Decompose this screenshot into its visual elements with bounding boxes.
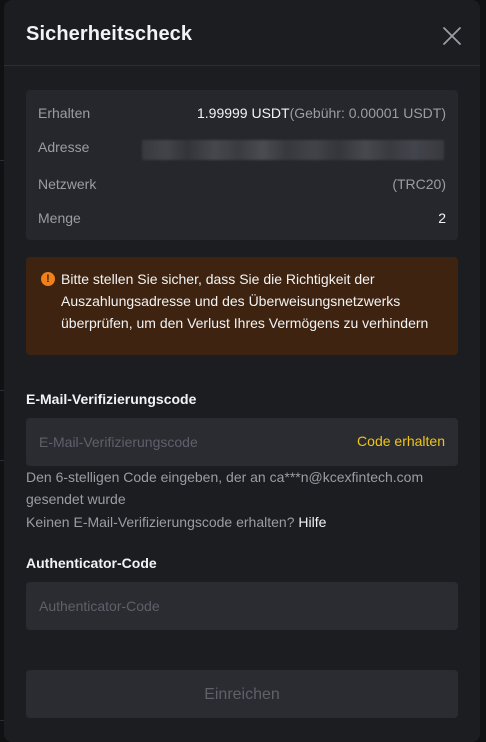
security-check-dialog: Sicherheitscheck Erhalten 1.99999 USDT(G… [4, 0, 480, 742]
email-code-label: E-Mail-Verifizierungscode [26, 391, 197, 407]
address-label: Adresse [38, 139, 90, 155]
email-code-field-wrapper: Code erhalten [26, 418, 458, 466]
receive-label: Erhalten [38, 105, 91, 121]
close-icon[interactable] [440, 24, 464, 48]
quantity-label: Menge [38, 210, 81, 226]
authenticator-label: Authenticator-Code [26, 555, 157, 571]
authenticator-input[interactable] [26, 582, 326, 630]
warning-icon: ! [41, 272, 55, 286]
withdrawal-summary: Erhalten 1.99999 USDT(Gebühr: 0.00001 US… [26, 90, 458, 240]
email-code-hint: Den 6-stelligen Code eingeben, der an ca… [26, 469, 424, 507]
dialog-title: Sicherheitscheck [26, 23, 193, 45]
get-code-button[interactable]: Code erhalten [357, 433, 445, 449]
receive-value: 1.99999 USDT(Gebühr: 0.00001 USDT) [197, 105, 446, 121]
email-not-received-line: Keinen E-Mail-Verifizierungscode erhalte… [26, 511, 456, 533]
network-label: Netzwerk [38, 176, 97, 192]
dialog-header: Sicherheitscheck [4, 0, 480, 66]
warning-banner: ! Bitte stellen Sie sicher, dass Sie die… [26, 257, 458, 355]
network-value: (TRC20) [392, 176, 446, 192]
authenticator-field-wrapper [26, 582, 458, 630]
warning-text: Bitte stellen Sie sicher, dass Sie die R… [61, 271, 429, 331]
quantity-value: 2 [438, 210, 446, 226]
receive-fee: (Gebühr: 0.00001 USDT) [289, 105, 446, 121]
address-value-redacted [142, 140, 444, 160]
email-code-input[interactable] [26, 418, 326, 466]
help-link[interactable]: Hilfe [298, 514, 326, 530]
email-not-received-text: Keinen E-Mail-Verifizierungscode erhalte… [26, 514, 295, 530]
receive-amount: 1.99999 USDT [196, 105, 290, 121]
submit-button[interactable]: Einreichen [26, 670, 458, 718]
